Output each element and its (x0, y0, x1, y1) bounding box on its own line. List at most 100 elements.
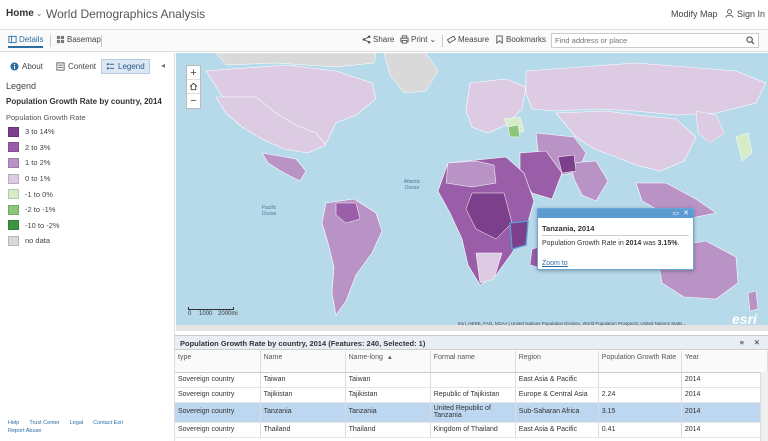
table-cell: Republic of Tajikistan (430, 387, 516, 403)
chevron-down-icon: ⌄ (429, 35, 437, 44)
zoom-control: + − (186, 65, 201, 109)
column-header[interactable]: Region (515, 351, 599, 373)
feature-popup: ▭ ✕ Tanzania, 2014 Population Growth Rat… (537, 208, 694, 270)
table-cell: 2014 (681, 422, 768, 438)
table-cell: Sovereign country (175, 387, 261, 403)
home-menu[interactable]: Home ⌄ (6, 8, 43, 19)
legend-label: 1 to 2% (25, 158, 51, 168)
sign-in-link[interactable]: Sign In (725, 9, 765, 19)
legend-item: -2 to -1% (8, 202, 60, 218)
column-header[interactable]: Formal name (430, 351, 516, 373)
tab-legend[interactable]: Legend (101, 59, 150, 74)
trust-center-link[interactable]: Trust Center (29, 420, 59, 426)
divider (101, 35, 102, 47)
modify-map-link[interactable]: Modify Map (671, 9, 718, 19)
table-cell: Europe & Central Asia (515, 387, 599, 403)
page-title: World Demographics Analysis (46, 7, 206, 21)
report-abuse-link[interactable]: Report Abuse (8, 428, 41, 434)
column-header[interactable]: Population Growth Rate (598, 351, 682, 373)
divider (442, 35, 443, 47)
popup-header: ▭ ✕ (538, 209, 693, 218)
bookmarks-button[interactable]: Bookmarks (495, 35, 546, 44)
legend-list: 3 to 14% 2 to 3% 1 to 2% 0 to 1% -1 to 0… (8, 124, 60, 249)
search-icon[interactable] (746, 36, 755, 45)
details-icon (8, 35, 17, 44)
map-attribution: Esri, HERE, FAO, NOAA | United Nations P… (458, 321, 687, 326)
esri-logo: esri (732, 311, 757, 327)
tab-about[interactable]: About (6, 59, 47, 74)
popup-title: Tanzania, 2014 (542, 224, 595, 233)
legend-label: 2 to 3% (25, 142, 51, 152)
ocean-label: Ocean (405, 185, 420, 191)
maximize-icon[interactable]: ▭ (672, 209, 679, 218)
scale-label: 2000mi (218, 311, 238, 317)
legend-label: -10 to -2% (25, 220, 60, 230)
table-cell: 2014 (681, 387, 768, 403)
share-icon (362, 35, 371, 44)
tab-basemap[interactable]: Basemap (56, 35, 101, 44)
attribute-table: type Name Name-long ▲ Formal name Region … (175, 351, 768, 438)
map-view[interactable]: Pacific Ocean Atlantic Ocean + − 0 1000 … (176, 53, 768, 331)
legend-swatch (8, 157, 19, 168)
legend-swatch (8, 142, 19, 153)
column-header[interactable]: type (175, 351, 261, 373)
table-cell: Sub-Saharan Africa (515, 402, 599, 423)
print-button[interactable]: Print ⌄ (400, 35, 436, 44)
tab-details[interactable]: Details (8, 35, 44, 48)
user-icon (725, 9, 734, 18)
legend-swatch (8, 204, 19, 215)
zoom-in-button[interactable]: + (187, 66, 200, 80)
home-icon (189, 82, 198, 91)
table-scrollbar[interactable] (760, 372, 768, 441)
table-cell: 2014 (681, 402, 768, 423)
bookmark-icon (496, 35, 503, 44)
legend-label: 0 to 1% (25, 174, 51, 184)
search-box (551, 33, 759, 48)
collapse-panel-button[interactable]: ◂ (161, 61, 165, 70)
legend-item: 1 to 2% (8, 155, 60, 171)
legend-label: -1 to 0% (25, 189, 53, 199)
close-icon[interactable]: ✕ (754, 338, 760, 347)
legal-link[interactable]: Legal (70, 420, 83, 426)
table-cell: 2.24 (598, 387, 682, 403)
scale-bar: 0 1000 2000mi (188, 307, 238, 317)
table-cell: Tanzania (345, 402, 431, 423)
contact-link[interactable]: Contact Esri (93, 420, 123, 426)
close-icon[interactable]: ✕ (683, 209, 689, 218)
search-input[interactable] (552, 34, 740, 47)
legend-heading: Legend (6, 81, 37, 91)
table-cell: Tanzania (260, 402, 346, 423)
table-cell: Sovereign country (175, 422, 261, 438)
popup-content: Population Growth Rate in 2014 was 3.15%… (542, 240, 680, 247)
table-cell: Tajikistan (345, 387, 431, 403)
column-header[interactable]: Name (260, 351, 346, 373)
legend-label: no data (25, 236, 51, 246)
table-cell: Thailand (260, 422, 346, 438)
table-row[interactable]: Sovereign country Taiwan Taiwan East Asi… (175, 372, 768, 388)
ruler-icon (447, 35, 456, 44)
help-link[interactable]: Help (8, 420, 19, 426)
share-button[interactable]: Share (362, 35, 394, 44)
world-map[interactable]: Pacific Ocean Atlantic Ocean (176, 53, 768, 331)
legend-item: 2 to 3% (8, 140, 60, 156)
column-header[interactable]: Year (681, 351, 768, 373)
tab-content[interactable]: Content (52, 59, 100, 74)
legend-label: 3 to 14% (25, 127, 55, 137)
table-row[interactable]: Sovereign country Thailand Thailand King… (175, 422, 768, 438)
zoom-out-button[interactable]: − (187, 94, 200, 108)
measure-button[interactable]: Measure (447, 35, 489, 44)
table-menu-icon[interactable]: ≡ (740, 338, 744, 347)
app-header: Home ⌄ World Demographics Analysis Modify… (0, 0, 768, 30)
home-extent-button[interactable] (187, 80, 200, 94)
table-cell: Kingdom of Thailand (430, 422, 516, 438)
layer-title: Population Growth Rate by country, 2014 (6, 97, 162, 106)
table-cell: Sovereign country (175, 402, 261, 423)
table-cell: 0.41 (598, 422, 682, 438)
legend-field-name: Population Growth Rate (6, 113, 86, 122)
footer-links: Help Trust Center Legal Contact Esri Report… (8, 419, 133, 435)
table-row-selected[interactable]: Sovereign country Tanzania Tanzania Unit… (175, 402, 768, 423)
column-header[interactable]: Name-long ▲ (345, 351, 431, 373)
zoom-to-link[interactable]: Zoom to (542, 260, 568, 267)
table-row[interactable]: Sovereign country Tajikistan Tajikistan … (175, 387, 768, 403)
legend-item: no data (8, 233, 60, 249)
